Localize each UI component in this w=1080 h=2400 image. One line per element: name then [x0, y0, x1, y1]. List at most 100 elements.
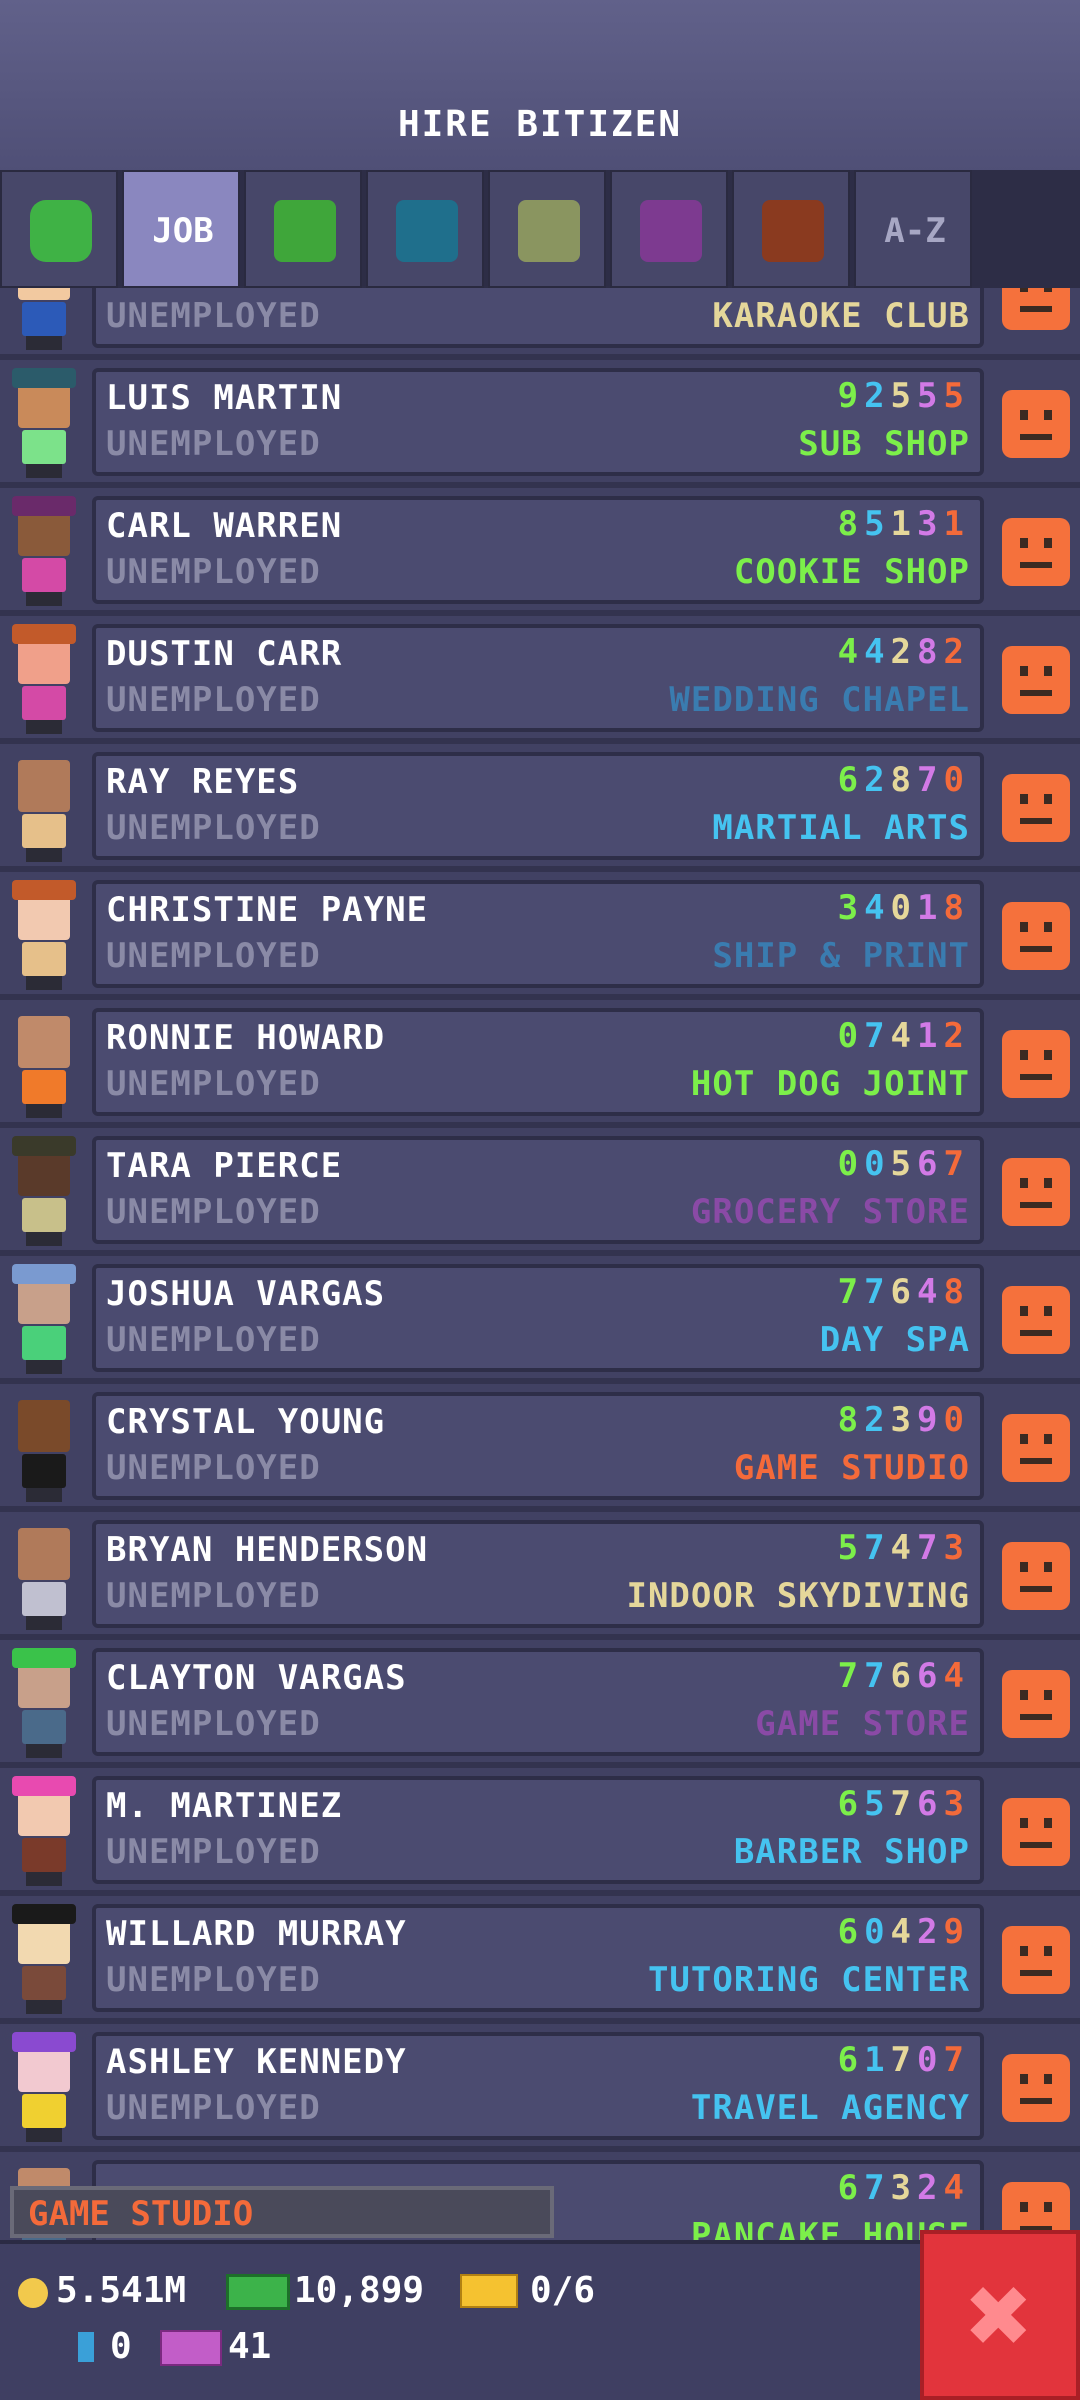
- skill-digit: 3: [890, 1400, 918, 1440]
- face-feature: [1020, 1434, 1028, 1444]
- bitizen-row[interactable]: TARA PIERCE UNEMPLOYED 00567 GROCERY STORE: [0, 1128, 1080, 1256]
- bitizen-job-status: UNEMPLOYED: [106, 296, 321, 336]
- bitizen-name: RONNIE HOWARD: [106, 1018, 386, 1058]
- dream-job-skill-code: 07412: [838, 1016, 970, 1056]
- avatar-hat: [12, 1136, 76, 1156]
- bitizen-name: LUIS MARTIN: [106, 378, 343, 418]
- avatar-legs: [26, 2128, 62, 2142]
- dream-job-skill-code: 67324: [838, 2168, 970, 2208]
- bitizen-avatar: [8, 1008, 80, 1120]
- bitizen-row[interactable]: LUIS MARTIN UNEMPLOYED 92555 SUB SHOP: [0, 360, 1080, 488]
- bitizen-avatar: [8, 624, 80, 736]
- face-feature: [1020, 2074, 1028, 2084]
- avatar-body: [22, 302, 66, 336]
- bitizen-row[interactable]: RONNIE HOWARD UNEMPLOYED 07412 HOT DOG JOIN…: [0, 1000, 1080, 1128]
- skill-digit: 2: [917, 1912, 944, 1952]
- tab-color-filter[interactable]: [488, 170, 606, 288]
- face-feature: [1044, 666, 1052, 676]
- bitizen-row[interactable]: CRYSTAL YOUNG UNEMPLOYED 82390 GAME STUDIO: [0, 1384, 1080, 1512]
- bitizen-avatar: [8, 1520, 80, 1632]
- vip-value: 41: [228, 2326, 272, 2367]
- tab-color-filter[interactable]: [732, 170, 850, 288]
- coin-icon: [18, 2278, 48, 2308]
- dream-job-skill-code: 92555: [838, 376, 970, 416]
- close-button[interactable]: ✖: [920, 2230, 1080, 2400]
- bitizen-row[interactable]: ASHLEY KENNEDY UNEMPLOYED 61707 TRAVEL AGEN…: [0, 2024, 1080, 2152]
- bitizen-row[interactable]: CHRISTINE PAYNE UNEMPLOYED 34018 SHIP & PRI…: [0, 872, 1080, 1000]
- avatar-hat: [12, 1776, 76, 1796]
- face-feature: [1020, 1970, 1052, 1976]
- skill-digit: 5: [917, 376, 944, 416]
- unhappy-face-icon: [1002, 518, 1070, 586]
- bitizen-row[interactable]: BRYAN HENDERSON UNEMPLOYED 57473 INDOOR SKY…: [0, 1512, 1080, 1640]
- skill-digit: 1: [917, 888, 944, 928]
- bitizen-card: M. MARTINEZ UNEMPLOYED 65763 BARBER SHOP: [92, 1776, 984, 1884]
- skill-digit: 6: [837, 1784, 865, 1824]
- face-feature: [1020, 690, 1052, 696]
- bitizen-name: DUSTIN CARR: [106, 634, 343, 674]
- tab-a-z[interactable]: A-Z: [854, 170, 972, 288]
- bitizen-row[interactable]: RAY REYES UNEMPLOYED 62870 MARTIAL ARTS: [0, 744, 1080, 872]
- skill-digit: 4: [917, 1272, 944, 1312]
- avatar-legs: [26, 464, 62, 478]
- skill-digit: 7: [837, 1656, 865, 1696]
- skill-digit: 7: [864, 2168, 891, 2208]
- bitizen-card: ASHLEY KENNEDY UNEMPLOYED 61707 TRAVEL AGEN…: [92, 2032, 984, 2140]
- face-feature: [1044, 1818, 1052, 1828]
- skill-digit: 8: [917, 632, 944, 672]
- color-swatch-icon: [762, 200, 824, 262]
- face-feature: [1020, 1306, 1028, 1316]
- bitizen-row[interactable]: M. MARTINEZ UNEMPLOYED 65763 BARBER SHOP: [0, 1768, 1080, 1896]
- bitizen-row[interactable]: UNEMPLOYED KARAOKE CLUB: [0, 288, 1080, 360]
- skill-digit: 3: [837, 888, 865, 928]
- unhappy-face-icon: [1002, 1542, 1070, 1610]
- face-feature: [1044, 410, 1052, 420]
- bitizen-list[interactable]: UNEMPLOYED KARAOKE CLUB LUIS MARTIN UNEMPLO…: [0, 288, 1080, 2240]
- tab-job[interactable]: JOB: [122, 170, 240, 288]
- skill-digit: 7: [864, 1656, 891, 1696]
- bitizen-row[interactable]: DUSTIN CARR UNEMPLOYED 44282 WEDDING CHAPEL: [0, 616, 1080, 744]
- bitizen-row[interactable]: CLAYTON VARGAS UNEMPLOYED 77664 GAME STORE: [0, 1640, 1080, 1768]
- bitizen-job-status: UNEMPLOYED: [106, 1192, 321, 1232]
- skill-digit: 3: [943, 1784, 970, 1824]
- avatar-legs: [26, 848, 62, 862]
- bitizen-row[interactable]: WILLARD MURRAY UNEMPLOYED 60429 TUTORING CE…: [0, 1896, 1080, 2024]
- skill-digit: 0: [837, 1016, 865, 1056]
- skill-digit: 1: [943, 504, 970, 544]
- skill-digit: 8: [837, 1400, 865, 1440]
- skill-digit: 2: [917, 2168, 944, 2208]
- avatar-hat: [12, 496, 76, 516]
- skill-digit: 5: [837, 1528, 865, 1568]
- face-feature: [1020, 434, 1052, 440]
- dragged-business-label: GAME STUDIO: [10, 2186, 554, 2238]
- bitizen-job-status: UNEMPLOYED: [106, 424, 321, 464]
- avatar-legs: [26, 336, 62, 350]
- bitizen-row[interactable]: JOSHUA VARGAS UNEMPLOYED 77648 DAY SPA: [0, 1256, 1080, 1384]
- unhappy-face-icon: [1002, 1286, 1070, 1354]
- bitizen-job-status: UNEMPLOYED: [106, 1448, 321, 1488]
- bitizen-job-status: UNEMPLOYED: [106, 680, 321, 720]
- skill-digit: 5: [943, 376, 970, 416]
- bitizen-card: LUIS MARTIN UNEMPLOYED 92555 SUB SHOP: [92, 368, 984, 476]
- tab-color-filter[interactable]: [610, 170, 728, 288]
- face-feature: [1020, 1330, 1052, 1336]
- unhappy-face-icon: [1002, 902, 1070, 970]
- skill-digit: 8: [943, 888, 970, 928]
- bitizen-row[interactable]: CARL WARREN UNEMPLOYED 85131 COOKIE SHOP: [0, 488, 1080, 616]
- face-feature: [1020, 946, 1052, 952]
- face-feature: [1044, 288, 1052, 292]
- avatar-body: [22, 686, 66, 720]
- face-feature: [1020, 562, 1052, 568]
- skill-digit: 2: [943, 632, 970, 672]
- bitizen-avatar: [8, 368, 80, 480]
- avatar-body: [22, 2094, 66, 2128]
- tab-color-filter[interactable]: [244, 170, 362, 288]
- tab-mood-filter[interactable]: [0, 170, 118, 288]
- dream-job-business: TUTORING CENTER: [647, 1960, 970, 2000]
- bitizen-job-status: UNEMPLOYED: [106, 552, 321, 592]
- dream-job-business: SUB SHOP: [798, 424, 970, 464]
- tab-color-filter[interactable]: [366, 170, 484, 288]
- skill-digit: 0: [917, 2040, 944, 2080]
- skill-digit: 7: [864, 1528, 891, 1568]
- avatar-hat: [12, 1648, 76, 1668]
